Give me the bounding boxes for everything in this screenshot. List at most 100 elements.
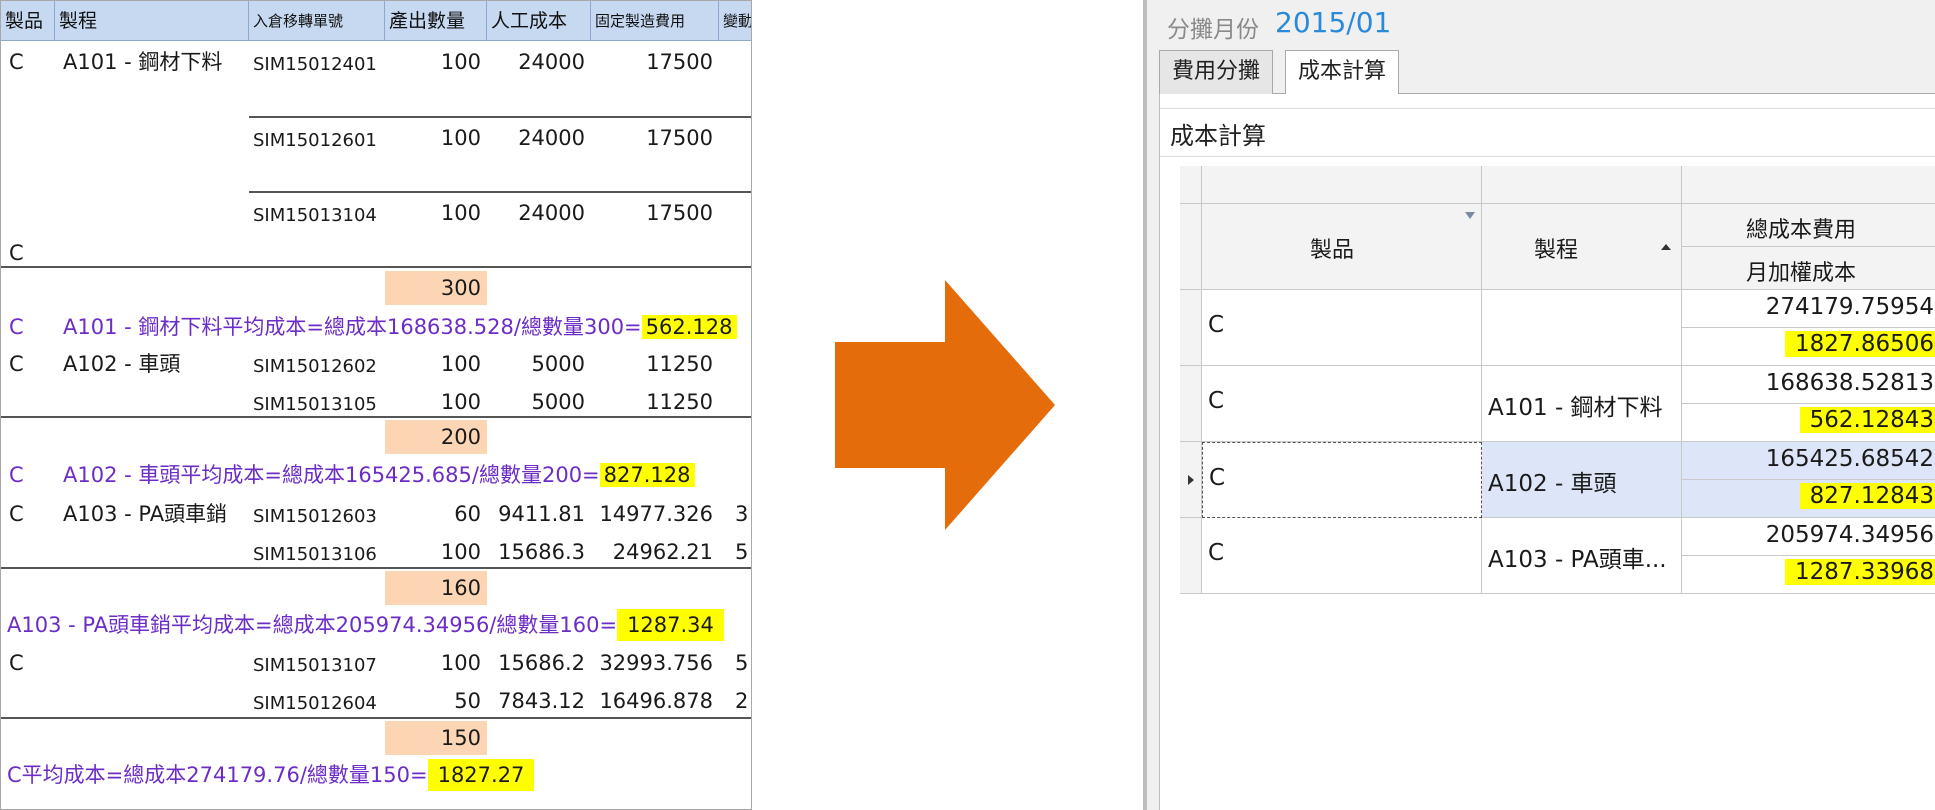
grid-cell-process[interactable]: A103 - PA頭車... (1482, 518, 1682, 594)
cell-labor: 15686.3 (498, 540, 585, 564)
row-indicator[interactable] (1180, 442, 1202, 518)
cell-qty: 100 (440, 50, 481, 74)
column-header-total-label: 總成本費用 (1746, 218, 1857, 243)
grid-total-value: 165425.68542 (1765, 446, 1934, 472)
column-header-product[interactable]: 製品 (1202, 204, 1482, 290)
tab-expense-allocation[interactable]: 費用分攤 (1159, 50, 1274, 94)
grid-cell-product[interactable]: C (1202, 518, 1482, 594)
header-group-blank (1682, 166, 1935, 204)
cell-doc: SIM15012602 (253, 356, 377, 377)
column-header-process[interactable]: 製程 (1482, 204, 1682, 290)
summary-product: C (9, 463, 24, 487)
cell-variable: 5 (735, 540, 749, 564)
subtotal-qty: 200 (440, 425, 481, 449)
cell-fixed: 11250 (646, 352, 713, 376)
header-labor[interactable]: 人工成本 (487, 1, 591, 41)
cell-variable: 3 (735, 502, 749, 526)
summary-line: C A101 - 鋼材下料平均成本=總成本168638.528/總數量300= 56… (1, 312, 737, 342)
cost-grid: 製品 製程 總成本費用 月加權成本 C 274179.75954 1827.86… (1180, 166, 1935, 596)
cell-doc: SIM15013105 (253, 394, 377, 415)
cell-labor: 9411.81 (498, 502, 585, 526)
grid-cell-product[interactable]: C (1202, 366, 1482, 442)
group-divider (1, 717, 751, 719)
column-header-weighted-cost[interactable]: 月加權成本 (1682, 247, 1935, 290)
cell-labor: 5000 (531, 390, 585, 414)
divider (1160, 108, 1935, 109)
grid-product-text: C (1208, 540, 1225, 566)
grid-cell-total[interactable]: 165425.68542 (1682, 442, 1935, 480)
header-group-blank (1482, 166, 1682, 204)
grid-cell-product[interactable]: C (1202, 290, 1482, 366)
column-header-product-label: 製品 (1310, 238, 1355, 263)
cost-app-window: 分攤月份 2015/01 費用分攤 成本計算 成本計算 製品 製程 總成本費用 … (1143, 0, 1935, 810)
grid-cell-total[interactable]: 205974.34956 (1682, 518, 1935, 556)
subtotal-qty: 300 (440, 276, 481, 300)
row-indicator[interactable] (1180, 290, 1202, 366)
cell-process: A102 - 車頭 (63, 352, 181, 376)
cell-doc: SIM15013107 (253, 655, 377, 676)
filter-icon[interactable] (1465, 212, 1475, 219)
cell-fixed: 11250 (646, 390, 713, 414)
header-process[interactable]: 製程 (55, 1, 249, 41)
cell-qty: 100 (440, 126, 481, 150)
arrow-shape (835, 280, 1055, 530)
summary-line: C平均成本=總成本274179.76/總數量150= 1827.27 (1, 759, 535, 791)
summary-text: A101 - 鋼材下料平均成本=總成本168638.528/總數量300= (63, 315, 642, 339)
summary-value: 562.128 (641, 315, 737, 339)
grid-product-text: C (1208, 388, 1225, 414)
header-variable[interactable]: 變動 (719, 1, 751, 41)
grid-cell-process[interactable] (1482, 290, 1682, 366)
grid-process-text: A103 - PA頭車... (1488, 547, 1667, 573)
cell-doc: SIM15013104 (253, 205, 377, 226)
grid-cell-total[interactable]: 274179.75954 (1682, 290, 1935, 328)
cell-labor: 5000 (531, 352, 585, 376)
grid-weighted-value: 1827.86506 (1784, 331, 1935, 357)
group-divider (1, 416, 751, 418)
header-doc[interactable]: 入倉移轉單號 (249, 1, 385, 41)
row-indicator[interactable] (1180, 518, 1202, 594)
grid-cell-process[interactable]: A102 - 車頭 (1482, 442, 1682, 518)
summary-value: 1287.34 (617, 609, 724, 641)
header-fixed[interactable]: 固定製造費用 (591, 1, 719, 41)
header-group-blank (1202, 166, 1482, 204)
grid-cell-weighted[interactable]: 562.12843 (1682, 404, 1935, 442)
row-indicator[interactable] (1180, 366, 1202, 442)
grid-cell-weighted[interactable]: 1287.33968 (1682, 556, 1935, 594)
cell-labor: 15686.2 (498, 651, 585, 675)
right-arrow-icon (835, 280, 1055, 530)
grid-cell-process[interactable]: A101 - 鋼材下料 (1482, 366, 1682, 442)
grid-cell-product-focused[interactable]: C (1202, 442, 1482, 518)
grid-total-value: 168638.52813 (1765, 370, 1934, 396)
cell-fixed: 14977.326 (599, 502, 713, 526)
spreadsheet: 製品 製程 入倉移轉單號 產出數量 人工成本 固定製造費用 變動 C A101 … (0, 0, 752, 810)
cell-product: C (9, 352, 24, 376)
header-qty[interactable]: 產出數量 (385, 1, 487, 41)
sort-ascending-icon[interactable] (1661, 244, 1671, 250)
cell-qty: 100 (440, 651, 481, 675)
column-header-total-cost[interactable]: 總成本費用 (1682, 204, 1935, 247)
subtotal-qty: 150 (440, 726, 481, 750)
row-divider (249, 116, 751, 118)
cell-qty: 50 (454, 689, 481, 713)
cell-variable: 5 (735, 651, 749, 675)
row-divider (249, 191, 751, 193)
grid-cell-weighted[interactable]: 1827.86506 (1682, 328, 1935, 366)
cell-qty: 60 (454, 502, 481, 526)
tab-bar: 費用分攤 成本計算 (1159, 50, 1935, 96)
cell-qty: 100 (440, 540, 481, 564)
column-header-process-label: 製程 (1534, 238, 1579, 263)
cell-doc: SIM15012604 (253, 693, 377, 714)
header-product[interactable]: 製品 (1, 1, 55, 41)
cell-fixed: 17500 (646, 201, 713, 225)
cell-doc: SIM15012603 (253, 506, 377, 527)
summary-value: 1827.27 (427, 759, 535, 791)
grid-process-text: A101 - 鋼材下料 (1488, 395, 1663, 421)
grid-cell-total[interactable]: 168638.52813 (1682, 366, 1935, 404)
tab-cost-calculation[interactable]: 成本計算 (1285, 50, 1400, 96)
grid-cell-weighted[interactable]: 827.12843 (1682, 480, 1935, 518)
subtotal-qty: 160 (440, 576, 481, 600)
summary-value: 827.128 (599, 463, 695, 487)
cell-doc: SIM15012401 (253, 54, 377, 75)
month-value[interactable]: 2015/01 (1275, 6, 1391, 39)
cell-product: C (9, 651, 24, 675)
